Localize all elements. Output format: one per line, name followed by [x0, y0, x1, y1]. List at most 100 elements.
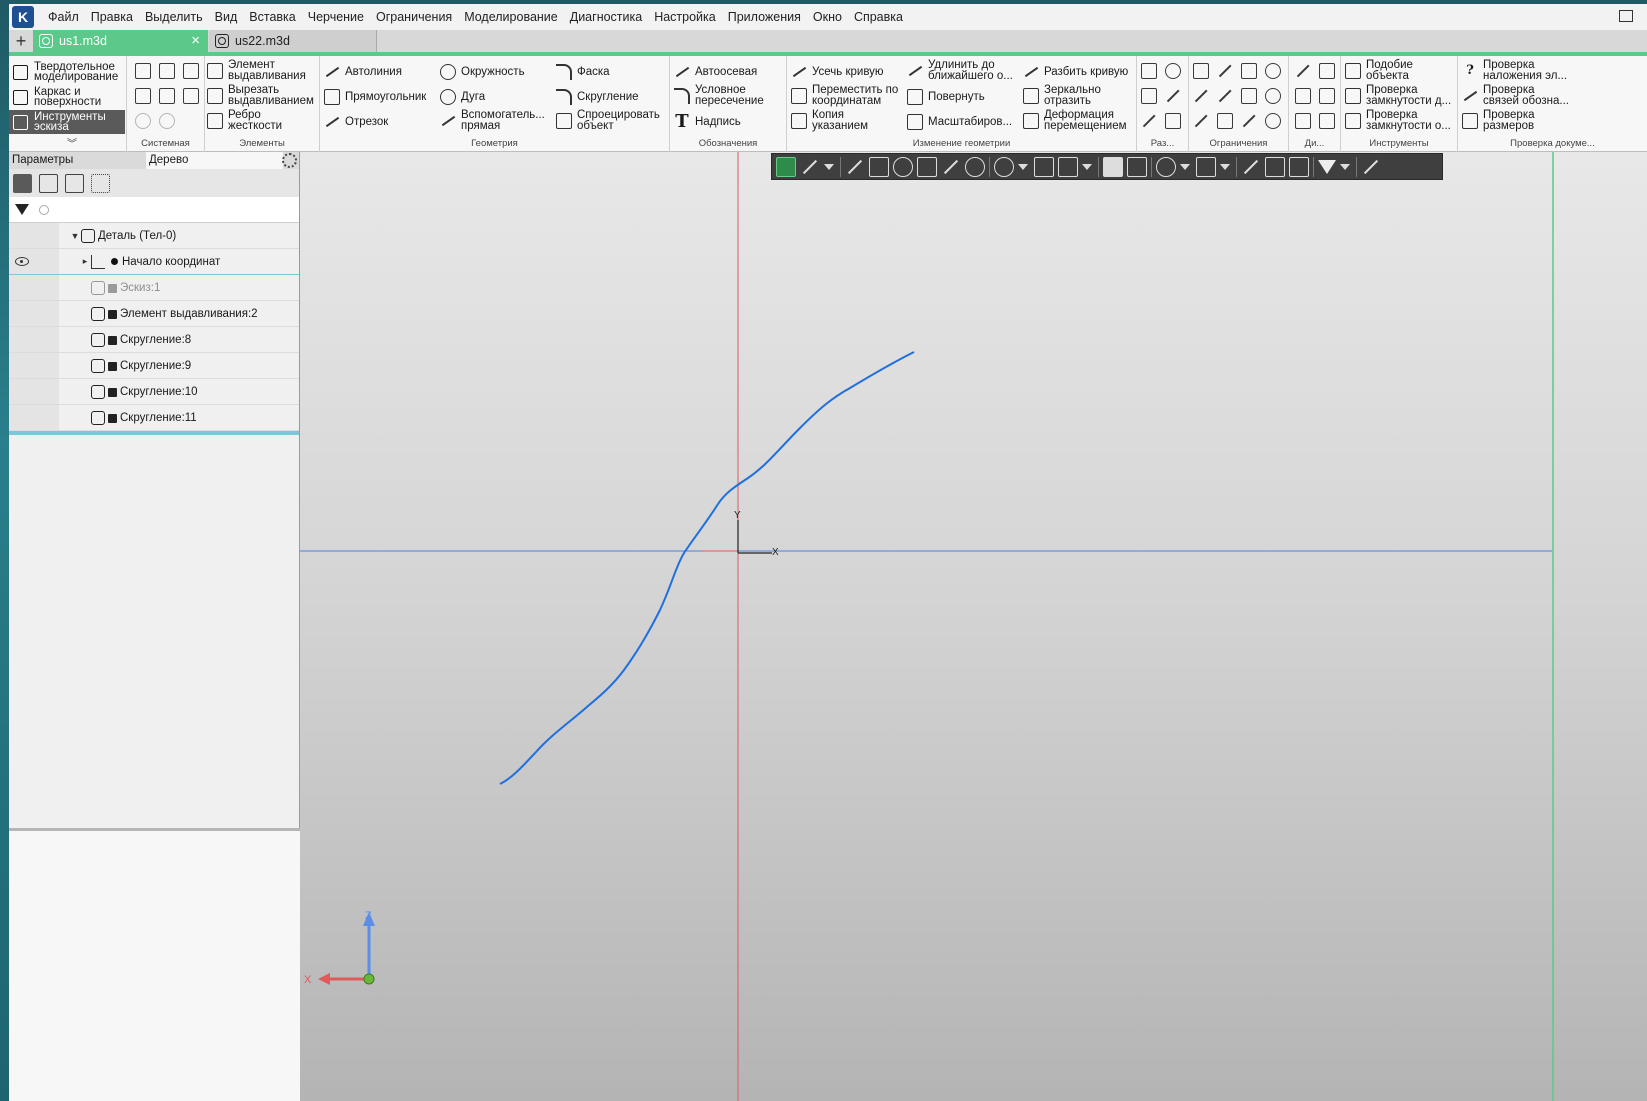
fillet-button[interactable]: Скругление [556, 89, 639, 105]
tree-search-input[interactable] [55, 202, 299, 217]
equal-icon[interactable] [1217, 113, 1233, 129]
chart-check-icon[interactable] [1295, 113, 1311, 129]
conditional-intersection-button[interactable]: Условное пересечение [674, 84, 764, 106]
rib-button[interactable]: Ребро жесткости [207, 109, 282, 131]
dropdown-arrow-icon[interactable] [1340, 163, 1350, 170]
window-restore-icon[interactable] [1619, 10, 1633, 22]
horizontal-icon[interactable] [1193, 113, 1209, 129]
section-icon[interactable] [1265, 156, 1285, 177]
menu-drawing[interactable]: Черчение [302, 4, 370, 30]
tree-item-part[interactable]: ▼ Деталь (Тел-0) [9, 223, 299, 249]
rotate-button[interactable]: Повернуть [907, 89, 985, 105]
menu-applications[interactable]: Приложения [722, 4, 807, 30]
split-curve-button[interactable]: Разбить кривую [1023, 64, 1128, 80]
object-similarity-button[interactable]: Подобие объекта [1345, 59, 1413, 81]
project-object-button[interactable]: Спроецировать объект [556, 109, 660, 131]
collapse-triangle-icon[interactable]: ▼ [69, 231, 81, 241]
scale-button[interactable]: Масштабиров... [907, 114, 1012, 130]
parallel-lines-icon[interactable] [845, 157, 865, 177]
menu-file[interactable]: Файл [42, 4, 85, 30]
save-all-icon[interactable] [183, 88, 199, 104]
open-folder-icon[interactable] [159, 63, 175, 79]
zoom-icon[interactable] [965, 156, 985, 177]
tree-item-fillet-11[interactable]: Скругление:11 [9, 405, 299, 431]
auxiliary-line-button[interactable]: Вспомогатель... прямая [440, 109, 545, 131]
menu-insert[interactable]: Вставка [243, 4, 301, 30]
parallel-icon[interactable] [1217, 63, 1233, 79]
closure-check-o-button[interactable]: Проверка замкнутости о... [1345, 109, 1451, 131]
save-icon[interactable] [183, 63, 199, 79]
tree-structure-icon[interactable] [13, 173, 32, 193]
curvature-icon[interactable] [1295, 63, 1311, 79]
rectangle-button[interactable]: Прямоугольник [324, 89, 426, 105]
pipette-icon[interactable] [1361, 157, 1381, 177]
arc-button[interactable]: Дуга [440, 89, 485, 105]
extrude-element-button[interactable]: Элемент выдавливания [207, 59, 306, 81]
tree-item-fillet-8[interactable]: Скругление:8 [9, 327, 299, 353]
tree-item-origin[interactable]: ▸ Начало координат [9, 249, 299, 275]
tangent-icon[interactable] [1265, 63, 1281, 79]
menu-view[interactable]: Вид [209, 4, 244, 30]
perpendicular-icon[interactable] [1241, 63, 1257, 79]
angular-dimension-icon[interactable] [1165, 113, 1181, 129]
mirror-button[interactable]: Зеркально отразить [1023, 84, 1101, 106]
node-check-icon[interactable] [1319, 63, 1335, 79]
expand-modes-icon[interactable]: ︾ [67, 135, 77, 150]
tab-tree[interactable]: Дерево [146, 152, 283, 169]
menu-settings[interactable]: Настройка [648, 4, 722, 30]
snap-icon[interactable] [869, 156, 889, 177]
radial-dimension-icon[interactable] [1165, 88, 1181, 104]
new-document-icon[interactable] [135, 63, 151, 79]
menu-window[interactable]: Окно [807, 4, 848, 30]
designation-links-check-button[interactable]: Проверка связей обозна... [1462, 84, 1569, 106]
tab-us22[interactable]: us22.m3d [209, 30, 377, 52]
text-label-button[interactable]: T Надпись [674, 113, 741, 131]
tree-relations-icon[interactable] [65, 173, 84, 193]
tree-item-extrusion[interactable]: Элемент выдавливания:2 [9, 301, 299, 327]
closure-check-d-button[interactable]: Проверка замкнутости д... [1345, 84, 1451, 106]
menu-help[interactable]: Справка [848, 4, 909, 30]
dropdown-arrow-icon[interactable] [1018, 163, 1028, 170]
tree-item-fillet-10[interactable]: Скругление:10 [9, 379, 299, 405]
chain-dimension-icon[interactable] [1141, 113, 1157, 129]
cut-extrude-button[interactable]: Вырезать выдавливанием [207, 84, 314, 106]
camera-icon[interactable] [1196, 156, 1216, 177]
dropdown-arrow-icon[interactable] [1082, 163, 1092, 170]
mode-wireframe-surfaces[interactable]: Каркас и поверхности [9, 85, 125, 109]
dimensions-check-button[interactable]: Проверка размеров [1462, 109, 1535, 131]
concentric-icon[interactable] [1265, 88, 1281, 104]
tree-sequence-icon[interactable] [39, 173, 58, 193]
collinear-icon[interactable] [1193, 88, 1209, 104]
eye-icon[interactable] [15, 257, 29, 266]
deform-by-move-button[interactable]: Деформация перемещением [1023, 109, 1127, 131]
vertical-icon[interactable] [1241, 113, 1257, 129]
copy-by-pointing-button[interactable]: Копия указанием [791, 109, 868, 131]
mode-sketch-tools[interactable]: Инструменты эскиза [9, 110, 125, 134]
trim-tool-icon[interactable] [800, 157, 820, 177]
tree-item-fillet-9[interactable]: Скругление:9 [9, 353, 299, 379]
menu-modeling[interactable]: Моделирование [458, 4, 564, 30]
gear-icon[interactable] [282, 153, 297, 168]
menu-edit[interactable]: Правка [85, 4, 139, 30]
star-check-icon[interactable] [1295, 88, 1311, 104]
new-tab-button[interactable]: + [11, 32, 31, 52]
symmetry-icon[interactable] [1241, 88, 1257, 104]
3d-viewport[interactable]: Y X Z X [300, 152, 1647, 1101]
orientation-icon[interactable] [1034, 156, 1054, 177]
axis-orientation-icon[interactable] [1058, 156, 1078, 177]
menu-diagnostics[interactable]: Диагностика [564, 4, 648, 30]
shaded-view-icon[interactable] [1103, 156, 1123, 177]
tab-us1[interactable]: us1.m3d × [33, 30, 208, 52]
dropdown-arrow-icon[interactable] [824, 163, 834, 170]
auto-axis-button[interactable]: Автоосевая [674, 64, 757, 80]
angle-icon[interactable] [1217, 88, 1233, 104]
preview-icon[interactable] [159, 88, 175, 104]
sketch-mode-icon[interactable] [776, 156, 796, 177]
trim-curve-button[interactable]: Усечь кривую [791, 64, 884, 80]
grid-icon[interactable] [917, 156, 937, 177]
measure-icon[interactable] [1319, 113, 1335, 129]
tree-select-icon[interactable] [91, 173, 110, 193]
menu-constraints[interactable]: Ограничения [370, 4, 458, 30]
redo-icon[interactable] [159, 113, 175, 129]
expand-triangle-icon[interactable]: ▸ [79, 256, 91, 267]
